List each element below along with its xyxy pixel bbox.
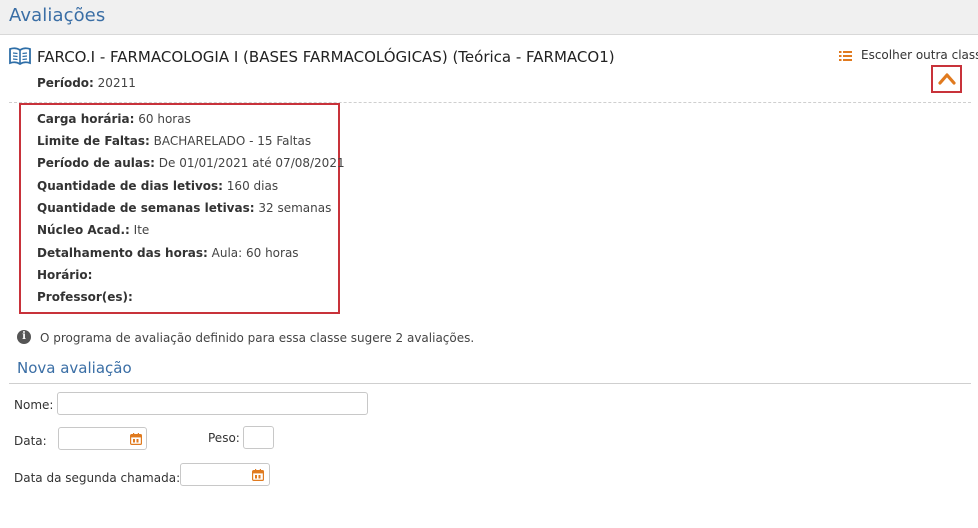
book-open-icon xyxy=(9,47,31,66)
detail-semanas-letivas: Quantidade de semanas letivas: 32 semana… xyxy=(37,201,332,215)
info-icon: i xyxy=(17,330,31,344)
class-details-panel: Carga horária: 60 horas Limite de Faltas… xyxy=(19,103,345,314)
info-message-text: O programa de avaliação definido para es… xyxy=(40,331,475,345)
calendar-icon[interactable] xyxy=(252,469,264,481)
chevron-up-icon xyxy=(938,73,956,85)
peso-input[interactable] xyxy=(243,426,274,449)
detail-horas: Detalhamento das horas: Aula: 60 horas xyxy=(37,246,299,260)
detail-professores: Professor(es): xyxy=(37,290,133,304)
page-title: Avaliações xyxy=(9,5,106,26)
collapse-details-button[interactable] xyxy=(931,65,962,93)
data-label: Data: xyxy=(14,434,47,448)
detail-limite-faltas: Limite de Faltas: BACHARELADO - 15 Falta… xyxy=(37,134,312,148)
segunda-chamada-input[interactable] xyxy=(180,463,270,486)
detail-carga-horaria: Carga horária: 60 horas xyxy=(37,112,191,126)
section-divider xyxy=(9,383,971,384)
periodo-label: Período: xyxy=(37,76,94,90)
detail-horario: Horário: xyxy=(37,268,93,282)
class-title: FARCO.I - FARMACOLOGIA I (BASES FARMACOL… xyxy=(37,48,615,66)
nome-input[interactable] xyxy=(57,392,368,415)
detail-periodo-aulas: Período de aulas: De 01/01/2021 até 07/0… xyxy=(37,156,345,170)
nome-label: Nome: xyxy=(14,398,54,412)
detail-nucleo-acad: Núcleo Acad.: Ite xyxy=(37,223,150,237)
detail-dias-letivos: Quantidade de dias letivos: 160 dias xyxy=(37,179,279,193)
data-input[interactable] xyxy=(58,427,147,450)
segunda-chamada-label: Data da segunda chamada: xyxy=(14,471,181,485)
list-icon xyxy=(839,51,852,61)
periodo-value: 20211 xyxy=(97,76,136,90)
calendar-icon[interactable] xyxy=(130,433,142,445)
new-evaluation-title: Nova avaliação xyxy=(17,359,132,377)
choose-other-class-label[interactable]: Escolher outra classe xyxy=(861,48,978,62)
page-header: Avaliações xyxy=(0,0,978,35)
periodo: Período: 20211 xyxy=(37,76,136,90)
peso-label: Peso: xyxy=(208,431,240,445)
